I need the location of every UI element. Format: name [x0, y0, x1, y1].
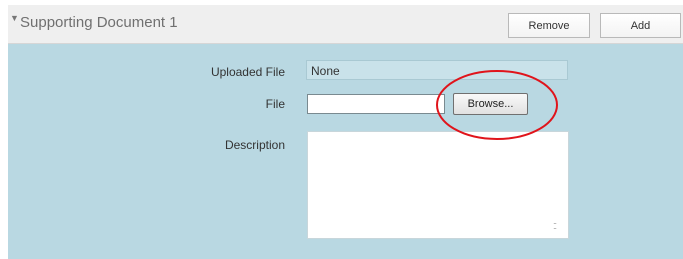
- section-body: Uploaded File None File Browse... Descri…: [8, 44, 683, 259]
- file-label: File: [265, 97, 285, 111]
- description-label: Description: [224, 138, 285, 152]
- add-button[interactable]: Add: [600, 13, 681, 38]
- section-title: Supporting Document 1: [20, 14, 178, 31]
- file-path-input[interactable]: [307, 94, 445, 114]
- uploaded-file-label: Uploaded File: [210, 65, 285, 79]
- remove-button[interactable]: Remove: [508, 13, 590, 38]
- uploaded-file-value: None: [306, 60, 568, 80]
- description-textarea[interactable]: [307, 131, 569, 239]
- browse-button[interactable]: Browse...: [453, 93, 528, 115]
- supporting-document-section: ▼ Supporting Document 1 Remove Add Uploa…: [8, 5, 683, 259]
- resize-grip-icon[interactable]: ⁚⁚: [553, 223, 557, 231]
- section-header[interactable]: ▼ Supporting Document 1 Remove Add: [8, 5, 683, 44]
- collapse-arrow-icon[interactable]: ▼: [10, 13, 19, 23]
